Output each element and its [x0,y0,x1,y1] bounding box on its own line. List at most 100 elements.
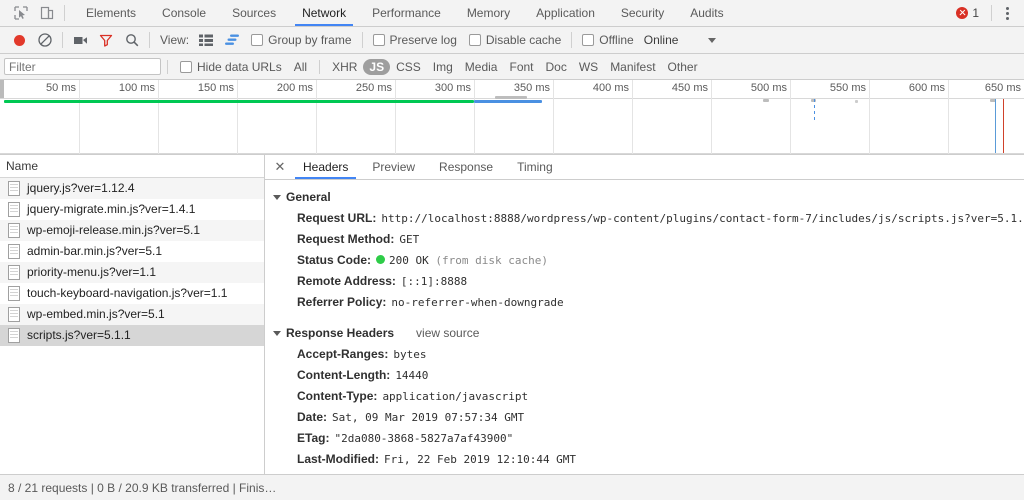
overview-tick: 500 ms [790,80,791,154]
group-by-frame-checkbox[interactable]: Group by frame [245,33,357,47]
headers-view: General Request URL:http://localhost:888… [265,180,1024,474]
tab-headers[interactable]: Headers [291,155,360,179]
request-list[interactable]: jquery.js?ver=1.12.4jquery-migrate.min.j… [0,178,264,474]
header-value: bytes [393,348,426,361]
tab-label: Timing [517,160,553,174]
checkbox-label: Offline [599,33,633,47]
request-row[interactable]: priority-menu.js?ver=1.1 [0,262,264,283]
header-name: ETag: [297,431,329,446]
tab-memory[interactable]: Memory [454,0,523,26]
type-filter-css[interactable]: CSS [390,59,427,75]
overview-band [855,100,858,103]
throttling-select[interactable]: Online [640,33,721,47]
filter-input[interactable] [4,58,161,75]
tab-label: Sources [232,6,276,20]
hide-data-urls-checkbox[interactable]: Hide data URLs [174,60,288,74]
network-overview-timeline[interactable]: 50 ms100 ms150 ms200 ms250 ms300 ms350 m… [0,80,1024,155]
clear-button[interactable] [32,28,58,52]
header-row: Request Method:GET [273,229,1024,250]
type-filter-label: Manifest [610,60,655,74]
list-view-button[interactable] [193,28,219,52]
request-row[interactable]: wp-embed.min.js?ver=5.1 [0,304,264,325]
request-row[interactable]: jquery.js?ver=1.12.4 [0,178,264,199]
request-name-label: scripts.js?ver=5.1.1 [27,328,131,342]
preserve-log-checkbox[interactable]: Preserve log [367,33,463,47]
tab-performance[interactable]: Performance [359,0,454,26]
close-icon[interactable]: ✕ [269,155,291,179]
search-button[interactable] [119,28,145,52]
disable-cache-checkbox[interactable]: Disable cache [463,33,567,47]
overview-event-line [1003,99,1004,153]
request-row[interactable]: jquery-migrate.min.js?ver=1.4.1 [0,199,264,220]
filter-toggle-button[interactable] [93,28,119,52]
tab-application[interactable]: Application [523,0,608,26]
header-value-wrap: GET [399,232,419,247]
type-filter-label: JS [369,60,384,74]
toggle-device-toolbar-icon[interactable] [34,1,60,26]
type-filter-ws[interactable]: WS [573,59,604,75]
tab-elements[interactable]: Elements [73,0,149,26]
response-headers-section-header[interactable]: Response Headers view source [273,326,1024,340]
tab-security[interactable]: Security [608,0,677,26]
type-filter-other[interactable]: Other [662,59,704,75]
type-filter-font[interactable]: Font [503,59,539,75]
general-section-header[interactable]: General [273,190,1024,204]
error-count-badge[interactable]: 1 [948,6,987,20]
type-filter-js[interactable]: JS [363,59,390,75]
record-icon [14,35,25,46]
tab-response[interactable]: Response [427,155,505,179]
offline-checkbox[interactable]: Offline [576,33,639,47]
type-filter-doc[interactable]: Doc [540,59,573,75]
type-filter-img[interactable]: Img [427,59,459,75]
waterfall-icon [225,34,240,46]
type-filter-all[interactable]: All [288,59,313,75]
tab-label: Network [302,6,346,20]
toolbar-divider [991,5,992,21]
overview-band [474,100,542,103]
header-value-wrap: bytes [393,347,426,362]
checkbox-label: Disable cache [486,33,561,47]
tab-console[interactable]: Console [149,0,219,26]
request-row[interactable]: wp-emoji-release.min.js?ver=5.1 [0,220,264,241]
type-filter-label: Img [433,60,453,74]
header-value-suffix: (from disk cache) [429,254,548,267]
tab-timing[interactable]: Timing [505,155,565,179]
chevron-down-icon [273,331,281,336]
header-name: Date: [297,410,327,425]
header-value: "2da080-3868-5827a7af43900" [334,432,513,445]
throttling-value: Online [644,33,679,47]
type-filter-label: WS [579,60,598,74]
type-filter-manifest[interactable]: Manifest [604,59,661,75]
general-rows: Request URL:http://localhost:8888/wordpr… [273,208,1024,313]
tab-audits[interactable]: Audits [677,0,736,26]
request-name-label: wp-embed.min.js?ver=5.1 [27,307,165,321]
request-row[interactable]: touch-keyboard-navigation.js?ver=1.1 [0,283,264,304]
request-row[interactable]: admin-bar.min.js?ver=5.1 [0,241,264,262]
request-name-label: priority-menu.js?ver=1.1 [27,265,156,279]
tab-label: Console [162,6,206,20]
overview-tick: 100 ms [158,80,159,154]
type-filter-xhr[interactable]: XHR [326,59,363,75]
type-filter-media[interactable]: Media [459,59,504,75]
error-icon [956,7,968,19]
overview-left-grabber[interactable] [0,80,4,98]
header-value: 14440 [395,369,428,382]
tab-sources[interactable]: Sources [219,0,289,26]
view-source-link[interactable]: view source [416,326,479,340]
header-row: Content-Length:14440 [273,365,1024,386]
status-ok-icon [376,255,385,264]
request-row[interactable]: scripts.js?ver=5.1.1 [0,325,264,346]
tab-preview[interactable]: Preview [360,155,427,179]
tab-network[interactable]: Network [289,0,359,26]
header-value-wrap: Sat, 09 Mar 2019 07:57:34 GMT [332,410,524,425]
column-header-name: Name [6,159,38,173]
header-value: 200 OK [389,254,429,267]
record-button[interactable] [6,28,32,52]
inspect-element-icon[interactable] [8,1,34,26]
camera-icon [73,33,88,47]
more-options-icon[interactable] [996,2,1018,24]
header-value-wrap: [::1]:8888 [401,274,467,289]
capture-screenshots-button[interactable] [67,28,93,52]
waterfall-view-button[interactable] [219,28,245,52]
request-list-header[interactable]: Name [0,155,264,178]
